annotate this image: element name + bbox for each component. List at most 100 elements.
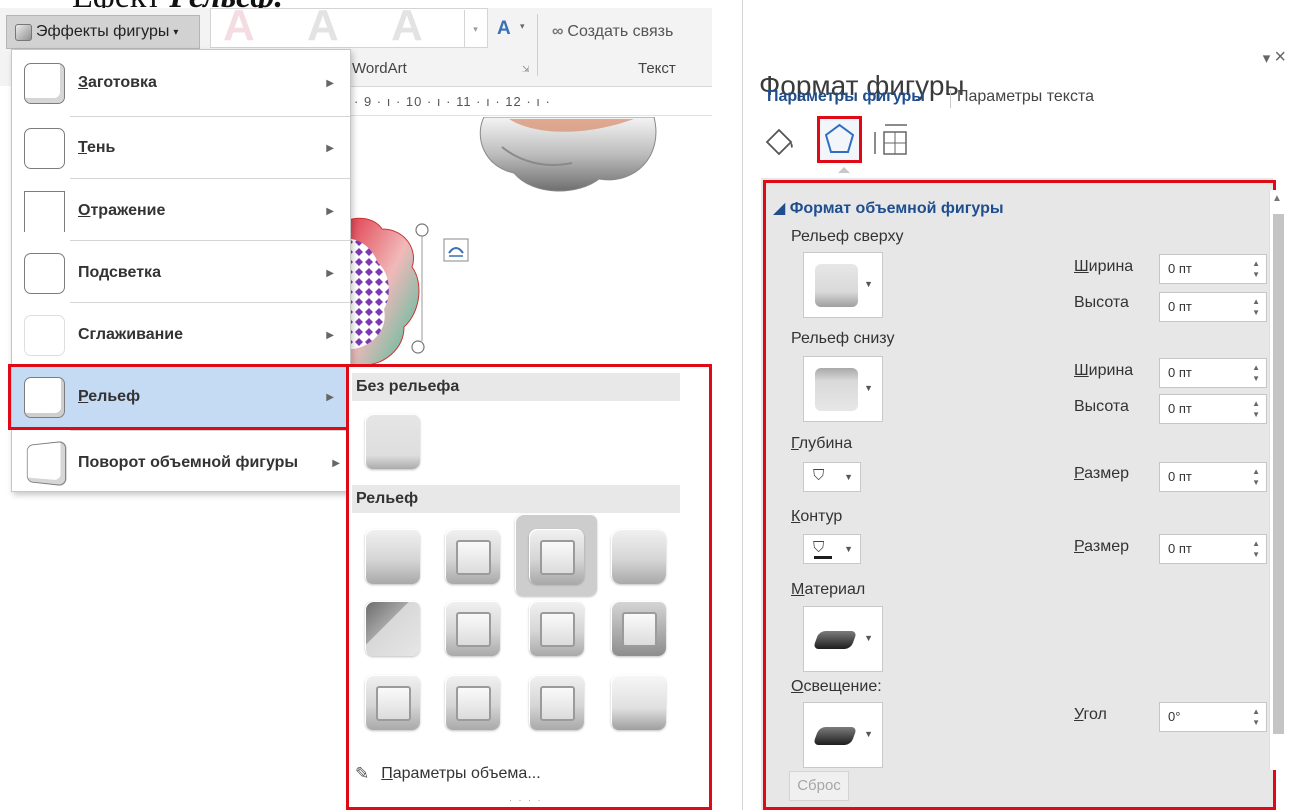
bevel-option[interactable] <box>529 529 584 584</box>
top-bevel-picker[interactable]: ▼ <box>803 252 883 318</box>
text-group-label: Текст <box>638 60 676 77</box>
bevel-option[interactable] <box>365 529 420 584</box>
angle-input[interactable]: 0° ▲ ▼ <box>1159 702 1267 732</box>
chevron-down-icon: ▾ <box>173 26 179 38</box>
top-height-input[interactable]: 0 пт ▲ ▼ <box>1159 292 1267 322</box>
glow-icon <box>24 252 65 294</box>
menu-item-label: Поворот объемной фигуры <box>78 454 299 471</box>
spinner-arrows-icon[interactable]: ▲ ▼ <box>1252 706 1260 728</box>
document-canvas <box>344 117 712 365</box>
3d-options-label: Параметры объема... <box>381 765 541 782</box>
bevel-none-option[interactable] <box>365 414 420 469</box>
3d-options-link[interactable]: ✎ Параметры объема... <box>355 764 541 784</box>
section-title: Формат объемной фигуры <box>789 200 1004 217</box>
gallery-scroll-icon[interactable]: ▾ <box>464 10 486 48</box>
fill-line-icon[interactable] <box>763 126 797 158</box>
depth-size-input[interactable]: 0 пт ▲ ▼ <box>1159 462 1267 492</box>
chevron-right-icon: ▶ <box>332 457 340 469</box>
bottom-bevel-picker[interactable]: ▼ <box>803 356 883 422</box>
spinner-arrows-icon[interactable]: ▲ ▼ <box>1252 466 1260 488</box>
lighting-picker[interactable]: ▼ <box>803 702 883 768</box>
contour-size-input[interactable]: 0 пт ▲ ▼ <box>1159 534 1267 564</box>
resize-handle <box>415 223 429 237</box>
menu-item-label: Отражение <box>78 202 166 219</box>
depth-label: Глубина <box>791 435 853 452</box>
top-width-input[interactable]: 0 пт ▲ ▼ <box>1159 254 1267 284</box>
tab-shape-options[interactable]: Параметры фигуры <box>767 88 925 106</box>
pane-scrollbar[interactable]: ▲ <box>1269 190 1285 770</box>
shadow-icon <box>24 127 65 169</box>
bevel-option[interactable] <box>445 529 500 584</box>
menu-divider <box>70 302 350 303</box>
contour-size-label: Размер <box>1074 538 1129 555</box>
bevel-option[interactable] <box>445 601 500 656</box>
material-picker[interactable]: ▼ <box>803 606 883 672</box>
chevron-down-icon: ▼ <box>864 279 873 289</box>
wordart-style-1[interactable]: A <box>223 1 255 51</box>
chevron-down-icon: ▼ <box>844 544 853 554</box>
menu-item-glow[interactable]: Подсветка ▶ <box>12 243 350 303</box>
dialog-launcher-icon[interactable]: ⇲ <box>522 64 530 75</box>
menu-item-label: Тень <box>78 139 116 156</box>
bottom-bevel-label: Рельеф снизу <box>791 330 895 347</box>
scroll-thumb[interactable] <box>1273 214 1284 734</box>
spinner-arrows-icon[interactable]: ▲ ▼ <box>1252 362 1260 384</box>
wordart-style-2[interactable]: A <box>307 1 339 51</box>
bottom-height-input[interactable]: 0 пт ▲ ▼ <box>1159 394 1267 424</box>
wordart-gallery[interactable]: A A A <box>210 1 488 50</box>
bottom-width-input[interactable]: 0 пт ▲ ▼ <box>1159 358 1267 388</box>
color-bar <box>814 556 832 559</box>
resize-handle <box>411 340 425 354</box>
menu-item-reflection[interactable]: Отражение ▶ <box>12 181 350 241</box>
menu-item-label: Сглаживание <box>78 326 183 343</box>
angle-label: Угол <box>1074 706 1107 723</box>
shape-effects-button[interactable]: Эффекты фигуры ▾ <box>6 15 200 49</box>
bevel-option[interactable] <box>611 601 666 656</box>
menu-item-label: Подсветка <box>78 264 161 281</box>
effects-tab-icon[interactable] <box>817 116 862 163</box>
wordart-style-3[interactable]: A <box>391 1 423 51</box>
gallery-header-none: Без рельефа <box>352 373 680 401</box>
bottom-width-value: 0 пт <box>1168 365 1192 380</box>
bevel-option[interactable] <box>611 529 666 584</box>
lighting-swatch <box>812 727 858 745</box>
resize-grip-icon[interactable]: · · · · <box>509 795 543 805</box>
spinner-arrows-icon[interactable]: ▲ ▼ <box>1252 258 1260 280</box>
ribbon-divider <box>537 14 538 76</box>
menu-item-preset[interactable]: Заготовка ▶ <box>12 53 350 113</box>
tab-text-options[interactable]: Параметры текста <box>957 88 1094 106</box>
menu-item-shadow[interactable]: Тень ▶ <box>12 118 350 178</box>
bevel-option[interactable] <box>611 675 666 730</box>
menu-item-3d-rotation[interactable]: Поворот объемной фигуры ▶ <box>12 433 350 493</box>
spinner-arrows-icon[interactable]: ▲ ▼ <box>1252 398 1260 420</box>
create-link-button[interactable]: ∞ Создать связь <box>552 23 673 41</box>
pentagon-icon <box>824 123 855 153</box>
bevel-option[interactable] <box>365 675 420 730</box>
depth-color-picker[interactable]: ⛉ ▼ <box>803 462 861 492</box>
bevel-option[interactable] <box>529 675 584 730</box>
spinner-arrows-icon[interactable]: ▲ ▼ <box>1252 538 1260 560</box>
tab-divider <box>950 90 951 108</box>
brush-icon: ✎ <box>355 764 370 783</box>
scroll-up-icon[interactable]: ▲ <box>1272 193 1282 204</box>
spinner-arrows-icon[interactable]: ▲ ▼ <box>1252 296 1260 318</box>
material-swatch <box>812 631 858 649</box>
pane-menu-icon[interactable]: ▾ <box>1263 50 1271 67</box>
bevel-option[interactable] <box>365 601 420 656</box>
close-icon[interactable]: × <box>1274 46 1286 68</box>
text-fill-icon[interactable]: A <box>497 18 511 40</box>
chevron-right-icon: ▶ <box>326 329 334 341</box>
section-3d-format[interactable]: ◢ Формат объемной фигуры <box>773 198 1004 218</box>
ruler-marks: · 9 · ı · 10 · ı · 11 · ı · 12 · ı · <box>354 94 551 109</box>
bevel-option[interactable] <box>445 675 500 730</box>
bevel-option[interactable] <box>529 601 584 656</box>
bevel-swatch <box>815 264 858 307</box>
size-properties-icon[interactable] <box>873 122 913 160</box>
gallery-header-bevel: Рельеф <box>352 485 680 513</box>
chevron-down-icon[interactable]: ▾ <box>520 21 525 32</box>
ruler: · 9 · ı · 10 · ı · 11 · ı · 12 · ı · <box>344 86 712 116</box>
bottom-height-label: Высота <box>1074 398 1129 415</box>
reset-button[interactable]: Сброс <box>789 771 849 801</box>
contour-color-picker[interactable]: ⛉ ▼ <box>803 534 861 564</box>
menu-item-soft-edges[interactable]: Сглаживание ▶ <box>12 305 350 365</box>
